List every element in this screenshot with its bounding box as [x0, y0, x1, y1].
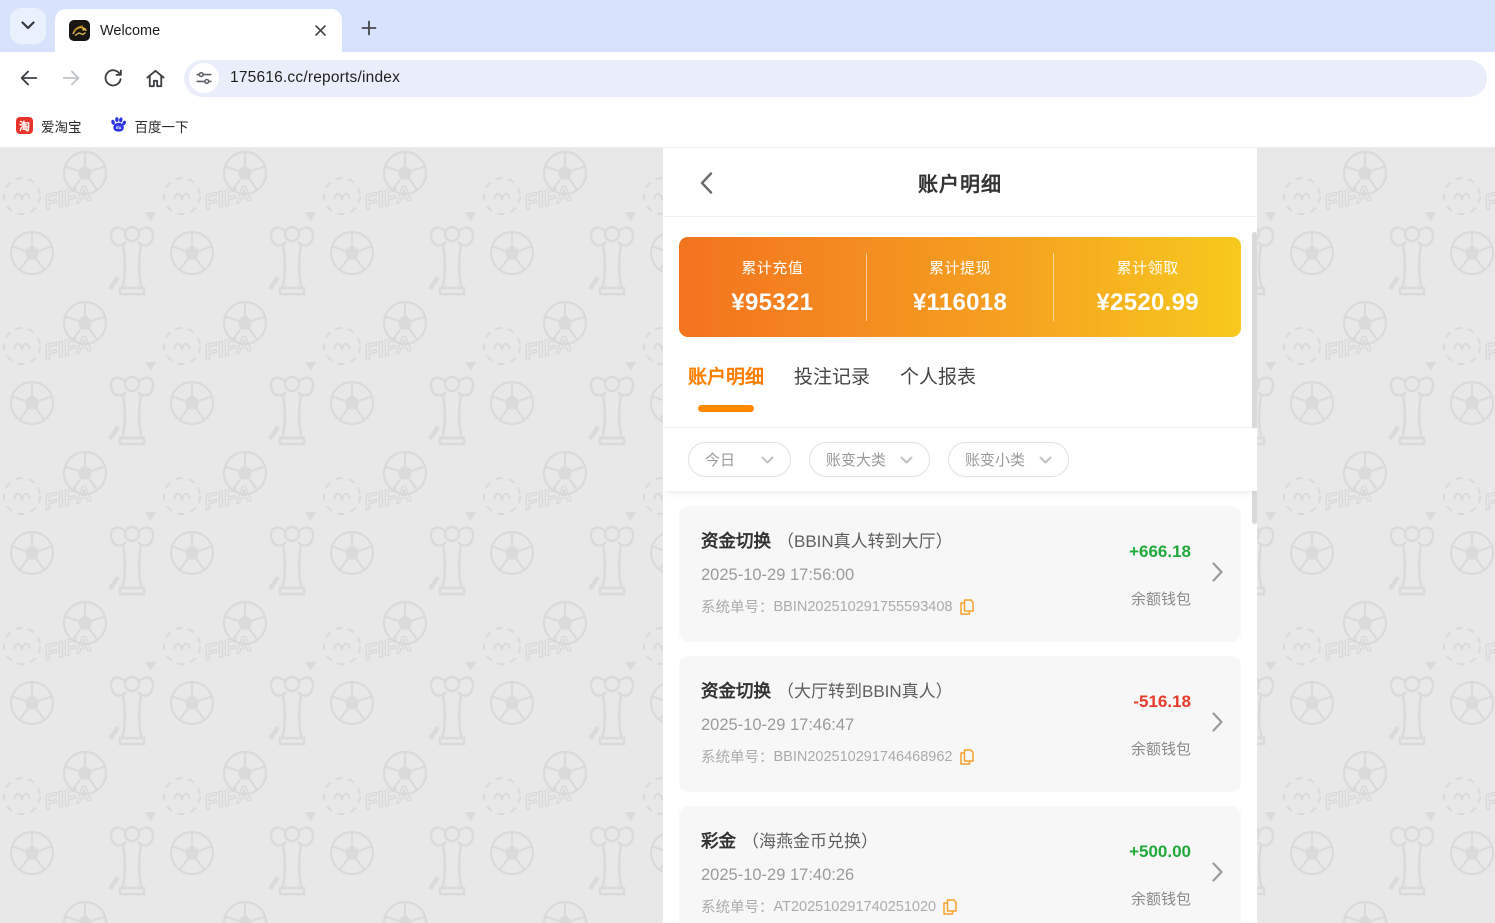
- filter-minor-category-dropdown[interactable]: 账变小类: [948, 442, 1069, 477]
- reload-button[interactable]: [94, 59, 132, 97]
- stat-label: 累计充值: [741, 257, 803, 278]
- transaction-wallet: 余额钱包: [1131, 588, 1191, 609]
- bookmark-label: 百度一下: [135, 116, 189, 136]
- bookmarks-bar: 淘 爱淘宝 du 百度一下: [0, 104, 1495, 148]
- tab-title: Welcome: [100, 23, 306, 39]
- copy-icon[interactable]: [943, 899, 957, 915]
- stat-label: 累计提现: [929, 257, 991, 278]
- stat-label: 累计领取: [1117, 257, 1179, 278]
- filter-date-dropdown[interactable]: 今日: [688, 442, 791, 477]
- chevron-down-icon: [900, 456, 913, 464]
- order-number-label: 系统单号：: [701, 596, 774, 617]
- baidu-paw-icon: du: [110, 116, 127, 136]
- stat-total-claimed: 累计领取 ¥2520.99: [1054, 237, 1241, 337]
- stat-value: ¥2520.99: [1096, 289, 1199, 317]
- order-number-label: 系统单号：: [701, 896, 774, 917]
- chevron-down-icon: [21, 17, 35, 35]
- home-button[interactable]: [136, 59, 174, 97]
- stat-value: ¥95321: [731, 289, 813, 317]
- transaction-amount: +500.00: [1129, 842, 1191, 862]
- transaction-card[interactable]: 资金切换 （BBIN真人转到大厅） 2025-10-29 17:56:00 系统…: [679, 506, 1241, 642]
- back-chevron-icon[interactable]: [693, 170, 719, 196]
- bookmark-label: 爱淘宝: [41, 116, 82, 136]
- chevron-down-icon: [761, 456, 774, 464]
- tab-account-detail[interactable]: 账户明细: [688, 352, 764, 399]
- tab-close-icon[interactable]: [306, 17, 334, 45]
- chevron-right-icon[interactable]: [1212, 862, 1223, 882]
- transaction-subtitle: （大厅转到BBIN真人）: [777, 677, 953, 702]
- bookmark-baidu[interactable]: du 百度一下: [110, 116, 189, 136]
- browser-toolbar: 175616.cc/reports/index: [0, 52, 1495, 104]
- url-text[interactable]: 175616.cc/reports/index: [230, 69, 400, 87]
- browser-tab-strip: Welcome: [0, 0, 1495, 52]
- chevron-down-icon: [1039, 456, 1052, 464]
- transaction-subtitle: （BBIN真人转到大厅）: [777, 527, 953, 552]
- browser-tab[interactable]: Welcome: [55, 9, 342, 52]
- copy-icon[interactable]: [960, 749, 974, 765]
- address-bar[interactable]: 175616.cc/reports/index: [184, 60, 1487, 97]
- filter-major-category-dropdown[interactable]: 账变大类: [809, 442, 930, 477]
- tab-search-button[interactable]: [10, 8, 46, 44]
- summary-card: 累计充值 ¥95321 累计提现 ¥116018 累计领取 ¥2520.99: [679, 237, 1241, 337]
- back-button[interactable]: [10, 59, 48, 97]
- plus-icon: [361, 20, 377, 41]
- transaction-wallet: 余额钱包: [1131, 738, 1191, 759]
- transaction-wallet: 余额钱包: [1131, 888, 1191, 909]
- transaction-type: 资金切换: [701, 528, 771, 553]
- forward-button[interactable]: [52, 59, 90, 97]
- transaction-amount: +666.18: [1129, 542, 1191, 562]
- page-title: 账户明细: [918, 168, 1002, 197]
- order-number: BBIN202510291746468962: [774, 749, 953, 765]
- site-favicon-icon: [69, 20, 90, 41]
- tab-personal-report[interactable]: 个人报表: [900, 352, 976, 399]
- order-number: BBIN202510291755593408: [774, 599, 953, 615]
- section-tabs: 账户明细 投注记录 个人报表: [663, 337, 1257, 428]
- svg-text:du: du: [115, 125, 121, 130]
- bookmark-aitaobao[interactable]: 淘 爱淘宝: [16, 116, 82, 136]
- copy-icon[interactable]: [960, 599, 974, 615]
- site-info-button[interactable]: [189, 63, 219, 93]
- chevron-right-icon[interactable]: [1212, 562, 1223, 582]
- new-tab-button[interactable]: [352, 13, 386, 47]
- order-number-label: 系统单号：: [701, 746, 774, 767]
- transaction-amount: -516.18: [1133, 692, 1191, 712]
- page-content: FIFA: [0, 148, 1495, 923]
- chevron-right-icon[interactable]: [1212, 712, 1223, 732]
- taobao-icon: 淘: [16, 117, 33, 134]
- tab-bet-records[interactable]: 投注记录: [794, 352, 870, 399]
- transaction-type: 彩金: [701, 828, 736, 853]
- tune-icon: [196, 70, 212, 86]
- account-detail-panel: 账户明细 累计充值 ¥95321 累计提现 ¥116018 累计领取 ¥2520…: [663, 148, 1257, 923]
- stat-total-withdraw: 累计提现 ¥116018: [867, 237, 1054, 337]
- stat-total-deposit: 累计充值 ¥95321: [679, 237, 866, 337]
- transaction-list: 资金切换 （BBIN真人转到大厅） 2025-10-29 17:56:00 系统…: [663, 491, 1257, 923]
- panel-header: 账户明细: [663, 148, 1257, 217]
- transaction-type: 资金切换: [701, 678, 771, 703]
- transaction-card[interactable]: 资金切换 （大厅转到BBIN真人） 2025-10-29 17:46:47 系统…: [679, 656, 1241, 792]
- transaction-subtitle: （海燕金币兑换）: [742, 827, 878, 852]
- order-number: AT202510291740251020: [774, 899, 937, 915]
- filters-row: 今日 账变大类 账变小类: [663, 428, 1257, 491]
- transaction-card[interactable]: 彩金 （海燕金币兑换） 2025-10-29 17:40:26 系统单号： AT…: [679, 806, 1241, 923]
- stat-value: ¥116018: [913, 289, 1007, 317]
